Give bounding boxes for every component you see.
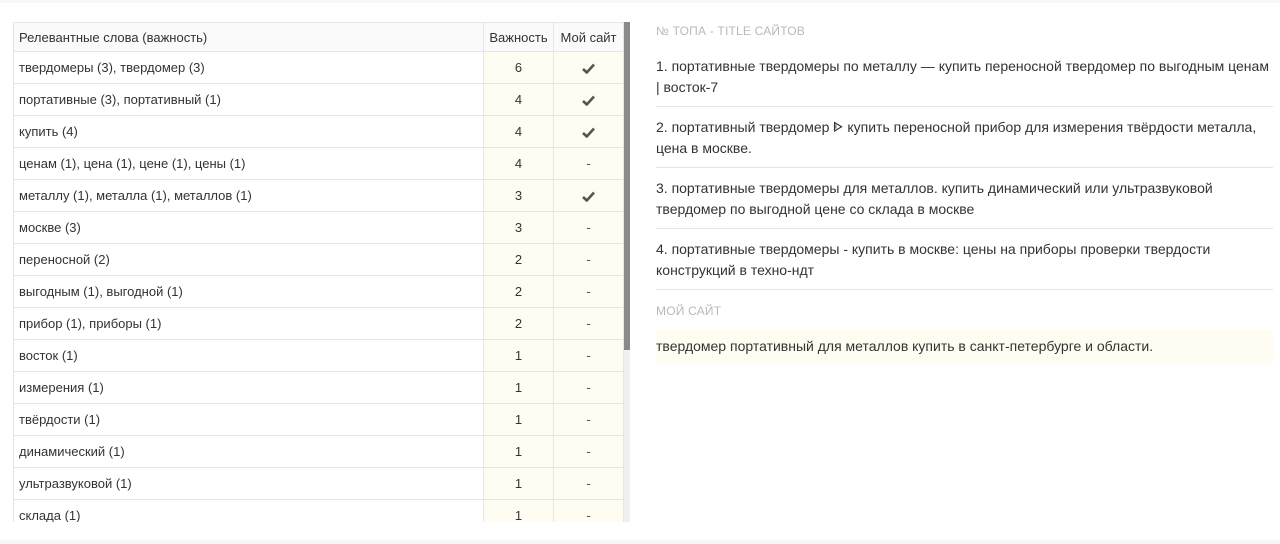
check-icon xyxy=(582,191,595,202)
table-header-row: Релевантные слова (важность) Важность Мо… xyxy=(13,22,624,52)
top-titles-heading: № ТОПА - TITLE САЙТОВ xyxy=(656,24,805,38)
importance-cell: 1 xyxy=(483,403,554,436)
importance-cell: 4 xyxy=(483,147,554,180)
my-site-cell: - xyxy=(553,339,624,372)
my-site-cell: - xyxy=(553,467,624,500)
importance-cell: 1 xyxy=(483,499,554,522)
keyword-cell: выгодным (1), выгодной (1) xyxy=(13,275,484,308)
importance-cell: 2 xyxy=(483,243,554,276)
dash-mark: - xyxy=(586,412,591,427)
importance-cell: 2 xyxy=(483,275,554,308)
dash-mark: - xyxy=(586,156,591,171)
importance-cell: 6 xyxy=(483,51,554,84)
dash-mark: - xyxy=(586,444,591,459)
table-row: портативные (3), портативный (1) 4 xyxy=(13,83,624,116)
table-row: динамический (1) 1 - xyxy=(13,435,624,468)
importance-cell: 1 xyxy=(483,467,554,500)
table-row: прибор (1), приборы (1) 2 - xyxy=(13,307,624,340)
my-site-cell: - xyxy=(553,243,624,276)
dash-mark: - xyxy=(586,252,591,267)
check-icon xyxy=(582,127,595,138)
keyword-cell: ценам (1), цена (1), цене (1), цены (1) xyxy=(13,147,484,180)
dash-mark: - xyxy=(586,348,591,363)
keyword-cell: склада (1) xyxy=(13,499,484,522)
dash-mark: - xyxy=(586,476,591,491)
my-site-cell: - xyxy=(553,371,624,404)
keywords-table-body: твердомеры (3), твердомер (3) 6 портативны… xyxy=(13,51,624,522)
table-row: ультразвуковой (1) 1 - xyxy=(13,467,624,500)
my-site-title: твердомер портативный для металлов купит… xyxy=(656,330,1273,364)
column-header-my-site[interactable]: Мой сайт xyxy=(553,22,624,52)
keyword-cell: прибор (1), приборы (1) xyxy=(13,307,484,340)
column-header-keywords[interactable]: Релевантные слова (важность) xyxy=(13,22,484,52)
table-row: переносной (2) 2 - xyxy=(13,243,624,276)
keyword-cell: металлу (1), металла (1), металлов (1) xyxy=(13,179,484,212)
keyword-cell: портативные (3), портативный (1) xyxy=(13,83,484,116)
keyword-cell: восток (1) xyxy=(13,339,484,372)
table-scrollbar[interactable] xyxy=(624,22,630,522)
importance-cell: 1 xyxy=(483,435,554,468)
keyword-cell: твердомеры (3), твердомер (3) xyxy=(13,51,484,84)
table-row: склада (1) 1 - xyxy=(13,499,624,522)
keyword-cell: купить (4) xyxy=(13,115,484,148)
dash-mark: - xyxy=(586,316,591,331)
check-icon xyxy=(582,63,595,74)
importance-cell: 4 xyxy=(483,115,554,148)
my-site-cell: - xyxy=(553,499,624,522)
importance-cell: 1 xyxy=(483,339,554,372)
my-site-cell: - xyxy=(553,275,624,308)
keyword-cell: твёрдости (1) xyxy=(13,403,484,436)
my-site-cell xyxy=(553,51,624,84)
keyword-cell: переносной (2) xyxy=(13,243,484,276)
table-row: металлу (1), металла (1), металлов (1) 3 xyxy=(13,179,624,212)
keyword-cell: динамический (1) xyxy=(13,435,484,468)
my-site-cell xyxy=(553,115,624,148)
my-site-cell xyxy=(553,179,624,212)
importance-cell: 3 xyxy=(483,211,554,244)
titles-pane: № ТОПА - TITLE САЙТОВ 1. портативные тве… xyxy=(656,22,1273,364)
scrollbar-thumb[interactable] xyxy=(624,22,630,350)
keyword-cell: ультразвуковой (1) xyxy=(13,467,484,500)
column-header-importance[interactable]: Важность xyxy=(483,22,554,52)
my-site-heading: МОЙ САЙТ xyxy=(656,304,722,318)
keywords-table-container[interactable]: Релевантные слова (важность) Важность Мо… xyxy=(13,22,624,522)
table-row: выгодным (1), выгодной (1) 2 - xyxy=(13,275,624,308)
my-site-cell: - xyxy=(553,435,624,468)
content-panel: Релевантные слова (важность) Важность Мо… xyxy=(0,3,1280,540)
table-row: москве (3) 3 - xyxy=(13,211,624,244)
table-row: ценам (1), цена (1), цене (1), цены (1) 4… xyxy=(13,147,624,180)
top-title-item: 4. портативные твердомеры - купить в мос… xyxy=(656,235,1273,290)
top-titles-list: 1. портативные твердомеры по металлу — к… xyxy=(656,52,1273,290)
importance-cell: 2 xyxy=(483,307,554,340)
importance-cell: 3 xyxy=(483,179,554,212)
table-row: твёрдости (1) 1 - xyxy=(13,403,624,436)
my-site-cell: - xyxy=(553,307,624,340)
table-row: восток (1) 1 - xyxy=(13,339,624,372)
keyword-cell: измерения (1) xyxy=(13,371,484,404)
top-title-item: 2. портативный твердомер ᐈ купить перено… xyxy=(656,113,1273,168)
dash-mark: - xyxy=(586,380,591,395)
dash-mark: - xyxy=(586,508,591,522)
check-icon xyxy=(582,95,595,106)
dash-mark: - xyxy=(586,220,591,235)
dash-mark: - xyxy=(586,284,591,299)
importance-cell: 4 xyxy=(483,83,554,116)
keyword-cell: москве (3) xyxy=(13,211,484,244)
table-row: твердомеры (3), твердомер (3) 6 xyxy=(13,51,624,84)
table-row: купить (4) 4 xyxy=(13,115,624,148)
my-site-cell: - xyxy=(553,147,624,180)
top-title-item: 1. портативные твердомеры по металлу — к… xyxy=(656,52,1273,107)
my-site-cell: - xyxy=(553,403,624,436)
top-title-item: 3. портативные твердомеры для металлов. … xyxy=(656,174,1273,229)
importance-cell: 1 xyxy=(483,371,554,404)
my-site-cell xyxy=(553,83,624,116)
table-row: измерения (1) 1 - xyxy=(13,371,624,404)
my-site-cell: - xyxy=(553,211,624,244)
keywords-table: Релевантные слова (важность) Важность Мо… xyxy=(13,22,624,522)
